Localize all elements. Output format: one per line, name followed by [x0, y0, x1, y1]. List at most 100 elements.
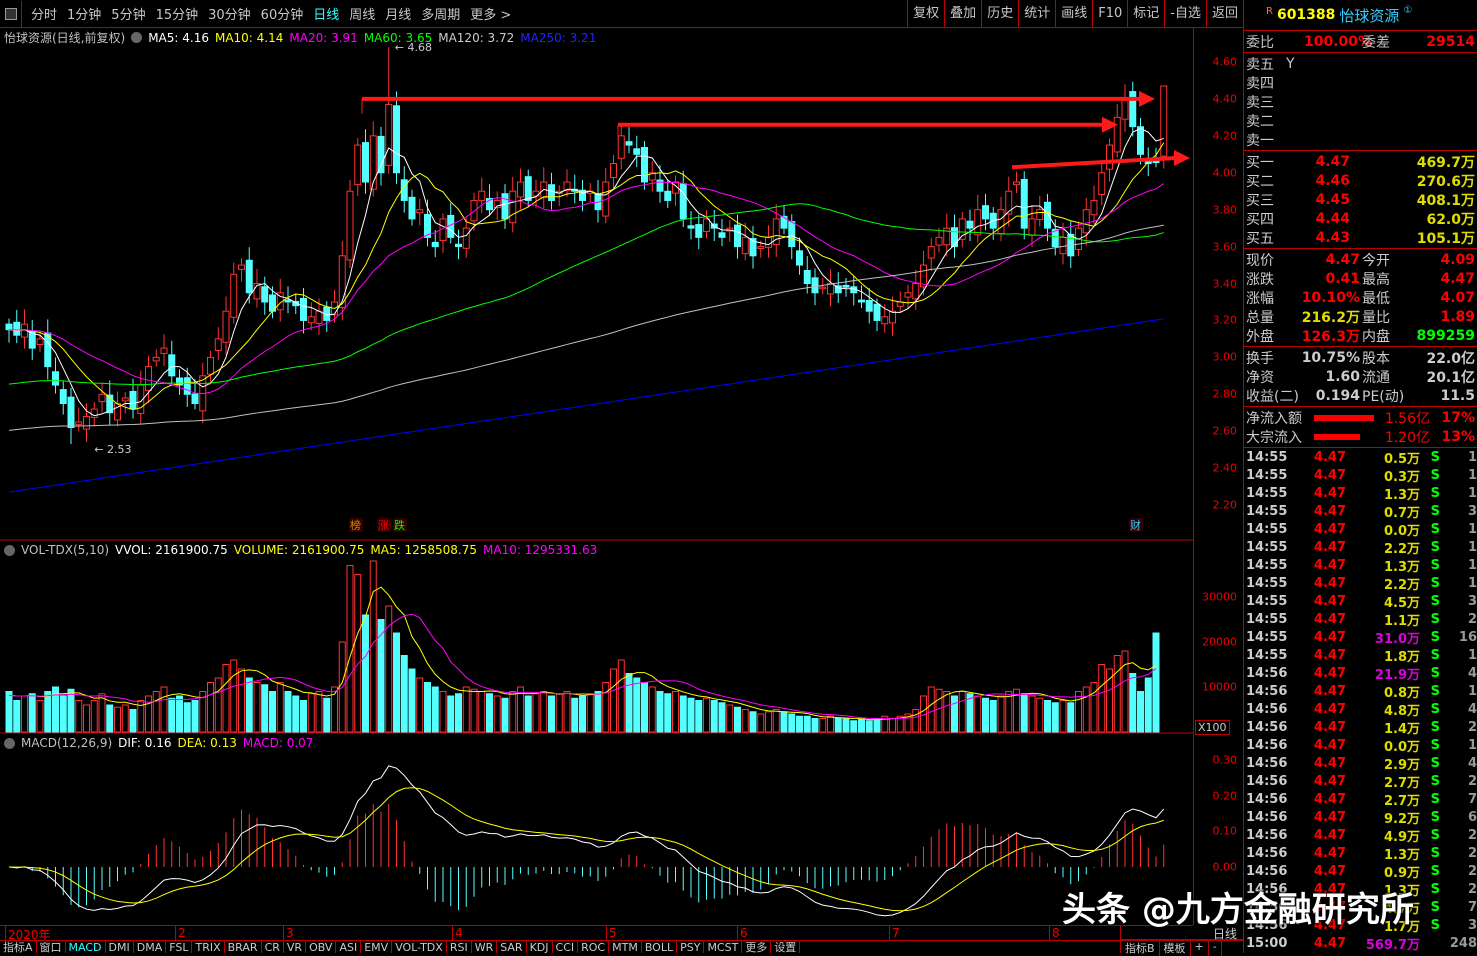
- indicator-tab[interactable]: BRAR: [225, 941, 262, 953]
- period-tab[interactable]: 月线: [380, 4, 416, 23]
- indicator-tab[interactable]: SAR: [497, 941, 527, 953]
- tool-button[interactable]: 统计: [1018, 0, 1055, 27]
- indicator-tab[interactable]: MACD: [66, 941, 106, 953]
- volume-bar: [1036, 697, 1044, 733]
- event-marker[interactable]: 涨: [378, 519, 389, 532]
- candle-body: [1082, 209, 1090, 234]
- date-axis: 2020年 2 3 4 5 6 7 8: [0, 925, 1193, 943]
- tick-row: 14:55 4.47 0.0万 S 1: [1246, 520, 1477, 539]
- event-marker[interactable]: 财: [1130, 518, 1141, 532]
- indicator-tab[interactable]: OBV: [306, 941, 337, 953]
- chart-area[interactable]: ← 4.68← 2.53榜涨跌财: [0, 28, 1193, 925]
- candle-body: [695, 224, 703, 238]
- panel-toggle-icon[interactable]: [0, 0, 22, 27]
- indicator-tab[interactable]: CR: [262, 941, 284, 953]
- indicator-tab[interactable]: VR: [284, 941, 307, 953]
- volume-bar: [416, 677, 424, 733]
- quote-stat-cell: 现价: [1246, 252, 1274, 269]
- indicator-tab[interactable]: 指标A: [0, 941, 37, 953]
- indicator-tab[interactable]: ASI: [336, 941, 362, 953]
- collapse-icon[interactable]: [4, 737, 15, 749]
- tool-button[interactable]: 标记: [1127, 0, 1164, 27]
- candle-body: [873, 303, 881, 321]
- fundamental-stat: 收益(二) 0.194 PE(动) 11.5: [1244, 386, 1477, 405]
- period-tab[interactable]: 多周期: [416, 4, 465, 23]
- indicator-tab[interactable]: DMA: [134, 941, 167, 953]
- chart-title: 怡球资源(日线,前复权): [4, 31, 126, 45]
- indicator-tab[interactable]: WR: [472, 941, 498, 953]
- flow-bar-track: [1314, 414, 1374, 421]
- volume-bar: [889, 718, 896, 733]
- event-marker[interactable]: 榜: [350, 518, 361, 532]
- template-tab[interactable]: -: [1209, 940, 1222, 956]
- tick-cell: 4.47: [1313, 467, 1346, 483]
- candle-body: [315, 310, 323, 324]
- volume-bar: [269, 691, 276, 733]
- indicator-tab[interactable]: CCI: [553, 941, 579, 953]
- period-tab[interactable]: 30分钟: [203, 4, 256, 23]
- period-tab[interactable]: 周线: [344, 4, 380, 23]
- tick-row: 14:56 4.47 2.9万 S 4: [1246, 754, 1477, 773]
- indicator-tab[interactable]: TRIX: [192, 941, 225, 953]
- collapse-icon[interactable]: [4, 544, 15, 556]
- collapse-icon[interactable]: [131, 32, 143, 43]
- volume-bar: [486, 693, 493, 733]
- tick-row: 14:56 4.47 0.9万 S 2: [1246, 862, 1477, 881]
- indicator-tab[interactable]: DMI: [106, 941, 134, 953]
- indicator-tab[interactable]: 更多: [742, 941, 772, 953]
- indicator-tab[interactable]: RSI: [447, 941, 472, 953]
- tool-button[interactable]: -自选: [1164, 0, 1206, 27]
- tool-button[interactable]: 返回: [1205, 0, 1243, 27]
- period-tab[interactable]: 5分钟: [106, 4, 150, 23]
- template-tab[interactable]: 指标B: [1121, 940, 1160, 956]
- candle-body: [617, 135, 625, 159]
- candle-body: [416, 209, 424, 214]
- indicator-tab[interactable]: PSY: [677, 941, 705, 953]
- price-tick: 3.40: [1212, 277, 1238, 291]
- tool-button[interactable]: 历史: [981, 0, 1018, 27]
- tick-cell: 4: [1467, 701, 1477, 717]
- template-tab[interactable]: +: [1191, 940, 1209, 956]
- indicator-tab[interactable]: EMV: [361, 941, 393, 953]
- r-badge: R: [1266, 6, 1273, 17]
- volume-bar: [765, 711, 772, 733]
- period-tab[interactable]: 日线: [308, 4, 344, 23]
- period-tab[interactable]: 1分钟: [62, 4, 106, 23]
- indicator-tab[interactable]: MTM: [609, 941, 642, 953]
- tool-button[interactable]: 叠加: [944, 0, 981, 27]
- indicator-tab[interactable]: MCST: [704, 941, 743, 953]
- tick-cell: 4.47: [1313, 935, 1346, 951]
- candle-body: [385, 103, 393, 166]
- indicator-tab[interactable]: VOL-TDX: [392, 941, 447, 953]
- tool-button[interactable]: 画线: [1055, 0, 1092, 27]
- volume-tick: 30000: [1202, 590, 1237, 604]
- ma5-label: MA5: 4.16: [148, 30, 209, 45]
- volume-bar: [710, 700, 718, 733]
- buy-level-cell: 4.44: [1315, 210, 1350, 227]
- arrow-head-icon: [1139, 90, 1155, 107]
- indicator-tab[interactable]: 窗口: [37, 941, 66, 953]
- indicator-tab[interactable]: KDJ: [527, 941, 553, 953]
- period-tab[interactable]: 分时: [26, 4, 62, 23]
- period-tab[interactable]: 60分钟: [256, 4, 309, 23]
- candle-body: [912, 283, 920, 300]
- volume-label: VOLUME: 2161900.75: [233, 543, 365, 557]
- volume-bar: [912, 709, 920, 733]
- volume-bar: [803, 715, 811, 733]
- template-tab[interactable]: 模板: [1160, 940, 1191, 956]
- volume-bar: [501, 697, 509, 733]
- indicator-tab[interactable]: FSL: [166, 941, 193, 953]
- tool-button[interactable]: 复权: [907, 0, 944, 27]
- tick-cell: 14:55: [1246, 449, 1288, 465]
- period-tab[interactable]: 更多 >: [465, 4, 516, 23]
- tool-button[interactable]: F10: [1092, 0, 1127, 27]
- indicator-tab[interactable]: 设置: [771, 941, 801, 953]
- tick-cell: 2.7万: [1383, 793, 1420, 809]
- event-marker[interactable]: 跌: [394, 518, 405, 532]
- indicator-tab[interactable]: ROC: [578, 941, 610, 953]
- period-tab[interactable]: 15分钟: [151, 4, 204, 23]
- volume-bar: [532, 693, 540, 733]
- indicator-tab[interactable]: BOLL: [642, 941, 678, 953]
- buy-level-cell: 买二: [1246, 173, 1274, 190]
- candle-body: [517, 181, 524, 198]
